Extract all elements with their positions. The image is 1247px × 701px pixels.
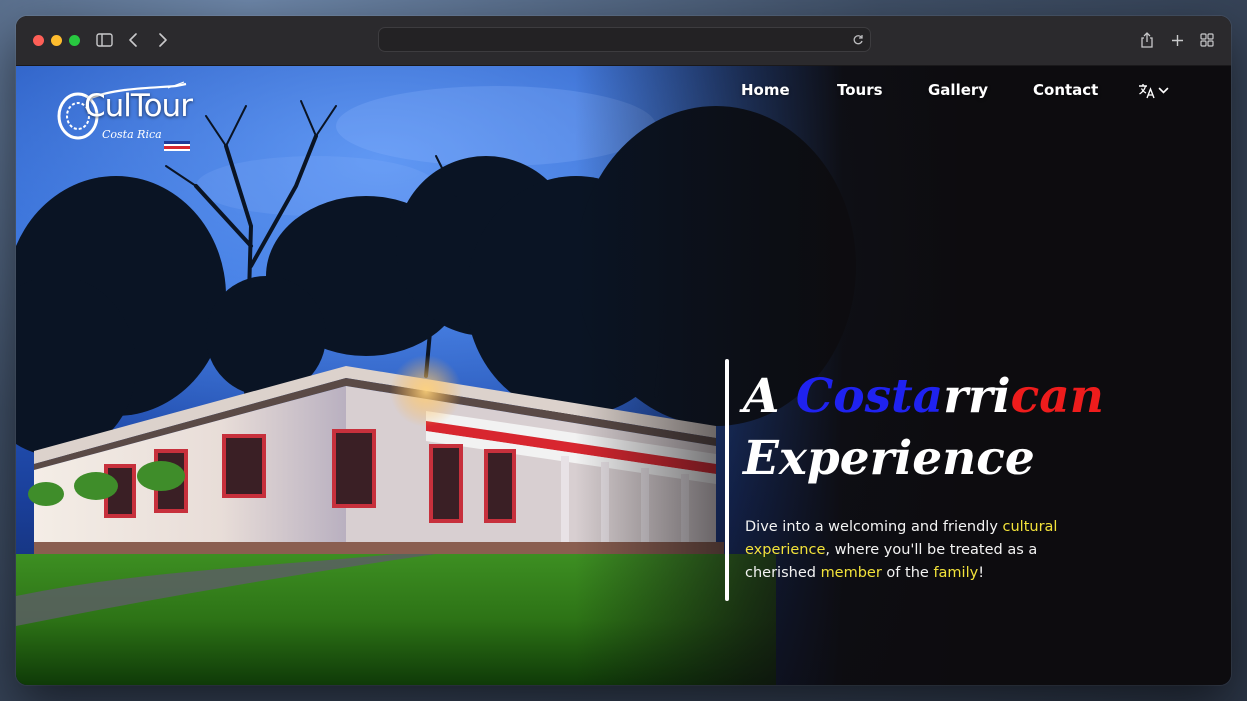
back-icon[interactable]: [123, 30, 143, 50]
nav-link-contact[interactable]: Contact: [1033, 81, 1098, 99]
headline-word-red: can: [1010, 369, 1104, 424]
nav-link-tours[interactable]: Tours: [837, 81, 883, 99]
lead-part-4: !: [978, 565, 985, 581]
new-tab-icon[interactable]: [1167, 30, 1187, 50]
forward-icon[interactable]: [153, 30, 173, 50]
sidebar-toggle-icon[interactable]: [94, 30, 114, 50]
language-selector[interactable]: [1138, 81, 1172, 101]
main-nav: Home Tours Gallery Contact: [16, 81, 1231, 103]
nav-link-gallery[interactable]: Gallery: [928, 81, 988, 99]
minimize-window-button[interactable]: [51, 35, 62, 46]
tab-overview-icon[interactable]: [1197, 30, 1217, 50]
nav-link-home[interactable]: Home: [741, 81, 790, 99]
hero-accent-bar: [725, 359, 729, 601]
lead-highlight-member: member: [820, 565, 882, 581]
lead-part-1: Dive into a welcoming and friendly: [745, 519, 1003, 535]
hero-lead-text: Dive into a welcoming and friendly cultu…: [745, 516, 1065, 585]
headline-line-2: Experience: [743, 431, 1035, 486]
logo-subtitle: Costa Rica: [102, 128, 162, 141]
hero-headline: A Costarrican Experience: [743, 366, 1104, 490]
address-bar[interactable]: [378, 27, 871, 52]
lead-highlight-family: family: [933, 565, 979, 581]
reload-icon[interactable]: [852, 33, 864, 45]
lead-part-3: of the: [881, 565, 934, 581]
headline-word-white: rri: [943, 369, 1011, 424]
browser-toolbar: [16, 16, 1231, 66]
headline-prefix: A: [743, 369, 796, 424]
share-icon[interactable]: [1137, 30, 1157, 50]
close-window-button[interactable]: [33, 35, 44, 46]
chevron-down-icon: [1158, 87, 1169, 94]
headline-word-blue: Costa: [795, 369, 944, 424]
page-viewport: CulTour Costa Rica Home Tours Gallery Co…: [16, 66, 1231, 685]
zoom-window-button[interactable]: [69, 35, 80, 46]
translate-icon: [1139, 84, 1155, 99]
browser-window: CulTour Costa Rica Home Tours Gallery Co…: [16, 16, 1231, 685]
